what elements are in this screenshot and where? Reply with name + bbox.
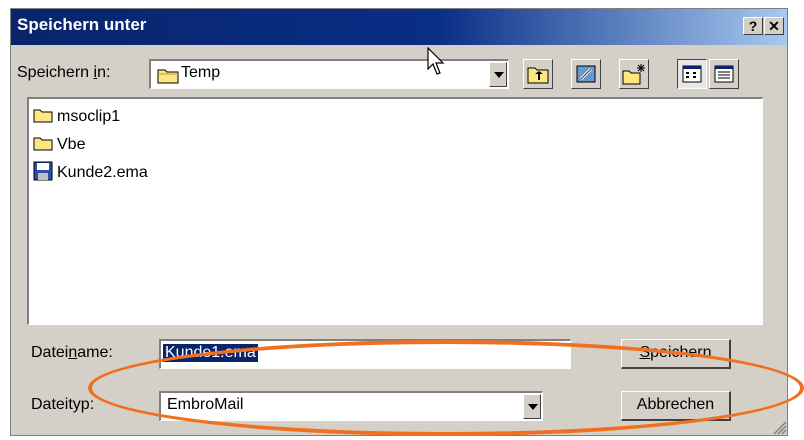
list-view-icon	[682, 65, 702, 88]
window-title: Speichern unter	[17, 15, 147, 34]
folder-icon	[33, 107, 53, 128]
filetype-value: EmbroMail	[167, 396, 244, 413]
file-name: msoclip1	[57, 108, 121, 125]
filetype-dropdown-button[interactable]	[523, 394, 541, 419]
filetype-label: Dateityp:	[31, 396, 95, 413]
file-name: Vbe	[57, 136, 86, 153]
resize-grip-icon[interactable]	[769, 417, 787, 435]
desktop-icon	[575, 63, 597, 90]
filename-label: Dateiname:	[31, 344, 113, 361]
new-folder-button[interactable]	[619, 59, 649, 89]
filetype-dropdown[interactable]: EmbroMail	[159, 391, 543, 421]
close-button[interactable]: ✕	[764, 17, 784, 35]
save-as-dialog: Speichern unter ? ✕ Speichern in: Temp m…	[10, 8, 788, 436]
mouse-cursor-icon	[427, 46, 447, 82]
details-view-button[interactable]	[709, 59, 739, 89]
title-bar[interactable]: Speichern unter ? ✕	[11, 9, 787, 45]
list-item[interactable]: Kunde2.ema	[33, 161, 148, 186]
folder-icon	[33, 135, 53, 156]
filename-input[interactable]: Kunde1.ema	[159, 339, 571, 369]
up-one-level-button[interactable]	[523, 59, 553, 89]
file-name: Kunde2.ema	[57, 164, 148, 181]
desktop-button[interactable]	[571, 59, 601, 89]
folder-icon	[157, 66, 179, 89]
list-view-button[interactable]	[677, 59, 707, 89]
filename-value: Kunde1.ema	[163, 344, 258, 362]
up-one-level-icon	[527, 64, 549, 89]
save-in-dropdown[interactable]: Temp	[149, 59, 509, 89]
new-folder-icon	[622, 63, 646, 90]
file-list[interactable]: msoclip1 Vbe Kunde2.ema	[27, 97, 763, 325]
list-item[interactable]: msoclip1	[33, 107, 120, 127]
chevron-down-icon	[494, 72, 504, 78]
chevron-down-icon	[528, 404, 538, 410]
cancel-button[interactable]: Abbrechen	[621, 391, 731, 421]
save-in-label: Speichern in:	[17, 64, 111, 81]
save-button[interactable]: Speichern	[621, 339, 731, 369]
save-in-value: Temp	[181, 64, 221, 81]
save-in-dropdown-button[interactable]	[489, 62, 507, 87]
details-view-icon	[714, 65, 734, 88]
list-item[interactable]: Vbe	[33, 135, 85, 155]
help-button[interactable]: ?	[743, 17, 763, 35]
document-icon	[33, 161, 53, 186]
